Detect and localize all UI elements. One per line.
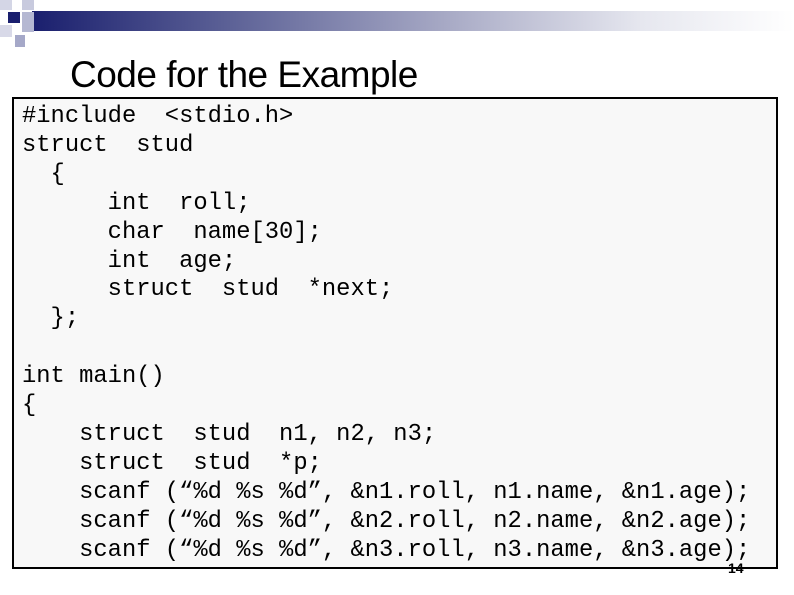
header-gradient-bar: [32, 11, 794, 31]
decor-square: [8, 12, 20, 23]
slide-title: Code for the Example: [70, 54, 418, 95]
decor-square: [22, 12, 34, 32]
decor-square: [0, 0, 12, 10]
code-line: scanf (“%d %s %d”, &n2.roll, n2.name, &n…: [22, 507, 751, 535]
code-line: {: [22, 160, 65, 188]
code-line: int age;: [22, 247, 237, 275]
code-box: #include <stdio.h> struct stud { int roll…: [12, 97, 778, 569]
code-line: struct stud *p;: [22, 449, 322, 477]
decor-square: [15, 35, 25, 47]
code-line: scanf (“%d %s %d”, &n3.roll, n3.name, &n…: [22, 536, 751, 564]
code-block: #include <stdio.h> struct stud { int roll…: [22, 103, 750, 565]
code-line: int roll;: [22, 189, 251, 217]
code-line: #include <stdio.h>: [22, 103, 294, 130]
code-line: struct stud: [22, 131, 194, 159]
code-line: {: [22, 392, 37, 420]
code-line: struct stud n1, n2, n3;: [22, 420, 437, 448]
page-number: 14: [728, 560, 744, 576]
code-line: };: [22, 305, 80, 333]
code-line: int main(): [22, 363, 165, 391]
code-line: char name[30];: [22, 218, 322, 246]
code-line: struct stud *next;: [22, 276, 394, 304]
decor-square: [22, 0, 34, 10]
code-line: scanf (“%d %s %d”, &n1.roll, n1.name, &n…: [22, 478, 751, 506]
decor-square: [0, 25, 12, 37]
